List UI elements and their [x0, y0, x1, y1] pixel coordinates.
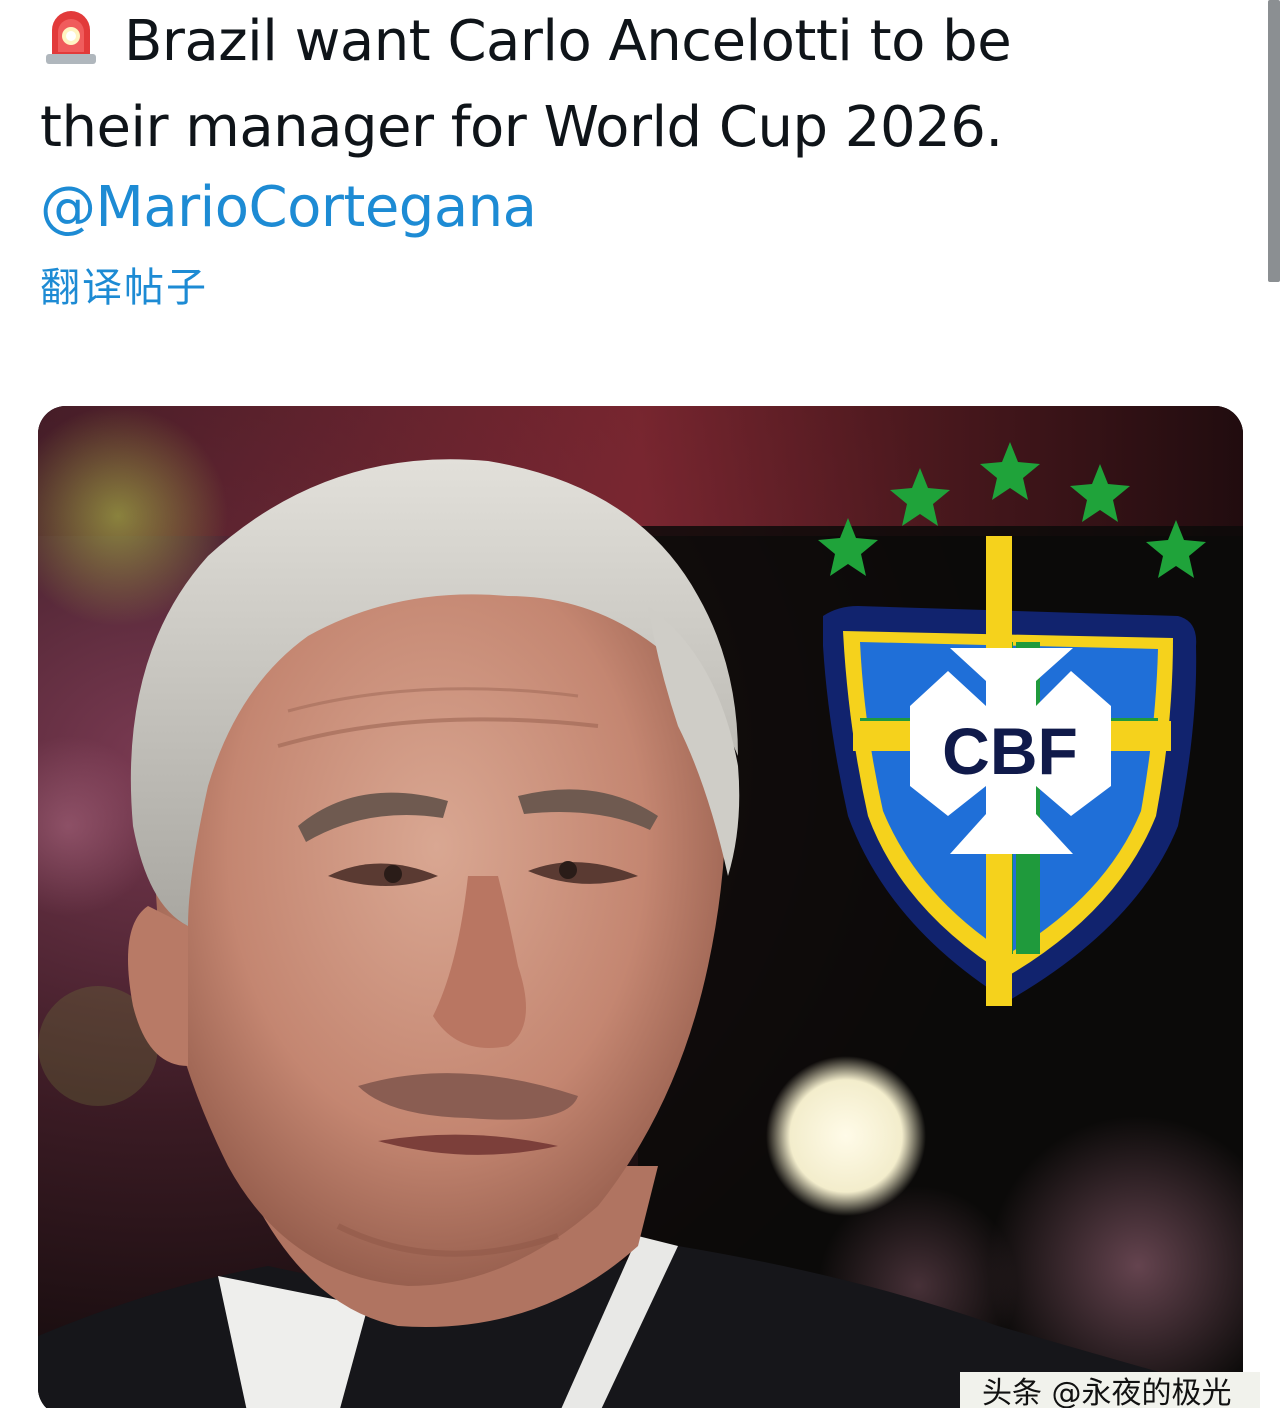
crest-text: CBF: [942, 714, 1078, 788]
translate-post-link[interactable]: 翻译帖子: [40, 262, 208, 314]
watermark: 头条 @永夜的极光: [960, 1372, 1260, 1408]
tweet-body: Brazil want Carlo Ancelotti to be their …: [40, 9, 1012, 160]
rotating-light-icon: [40, 4, 102, 88]
photo-canvas: CBF: [38, 406, 1243, 1408]
mention-link[interactable]: @MarioCortegana: [40, 168, 1040, 248]
tweet-text: Brazil want Carlo Ancelotti to be their …: [40, 2, 1040, 248]
tweet-image[interactable]: CBF: [38, 406, 1243, 1408]
scrollbar-thumb[interactable]: [1268, 0, 1280, 282]
